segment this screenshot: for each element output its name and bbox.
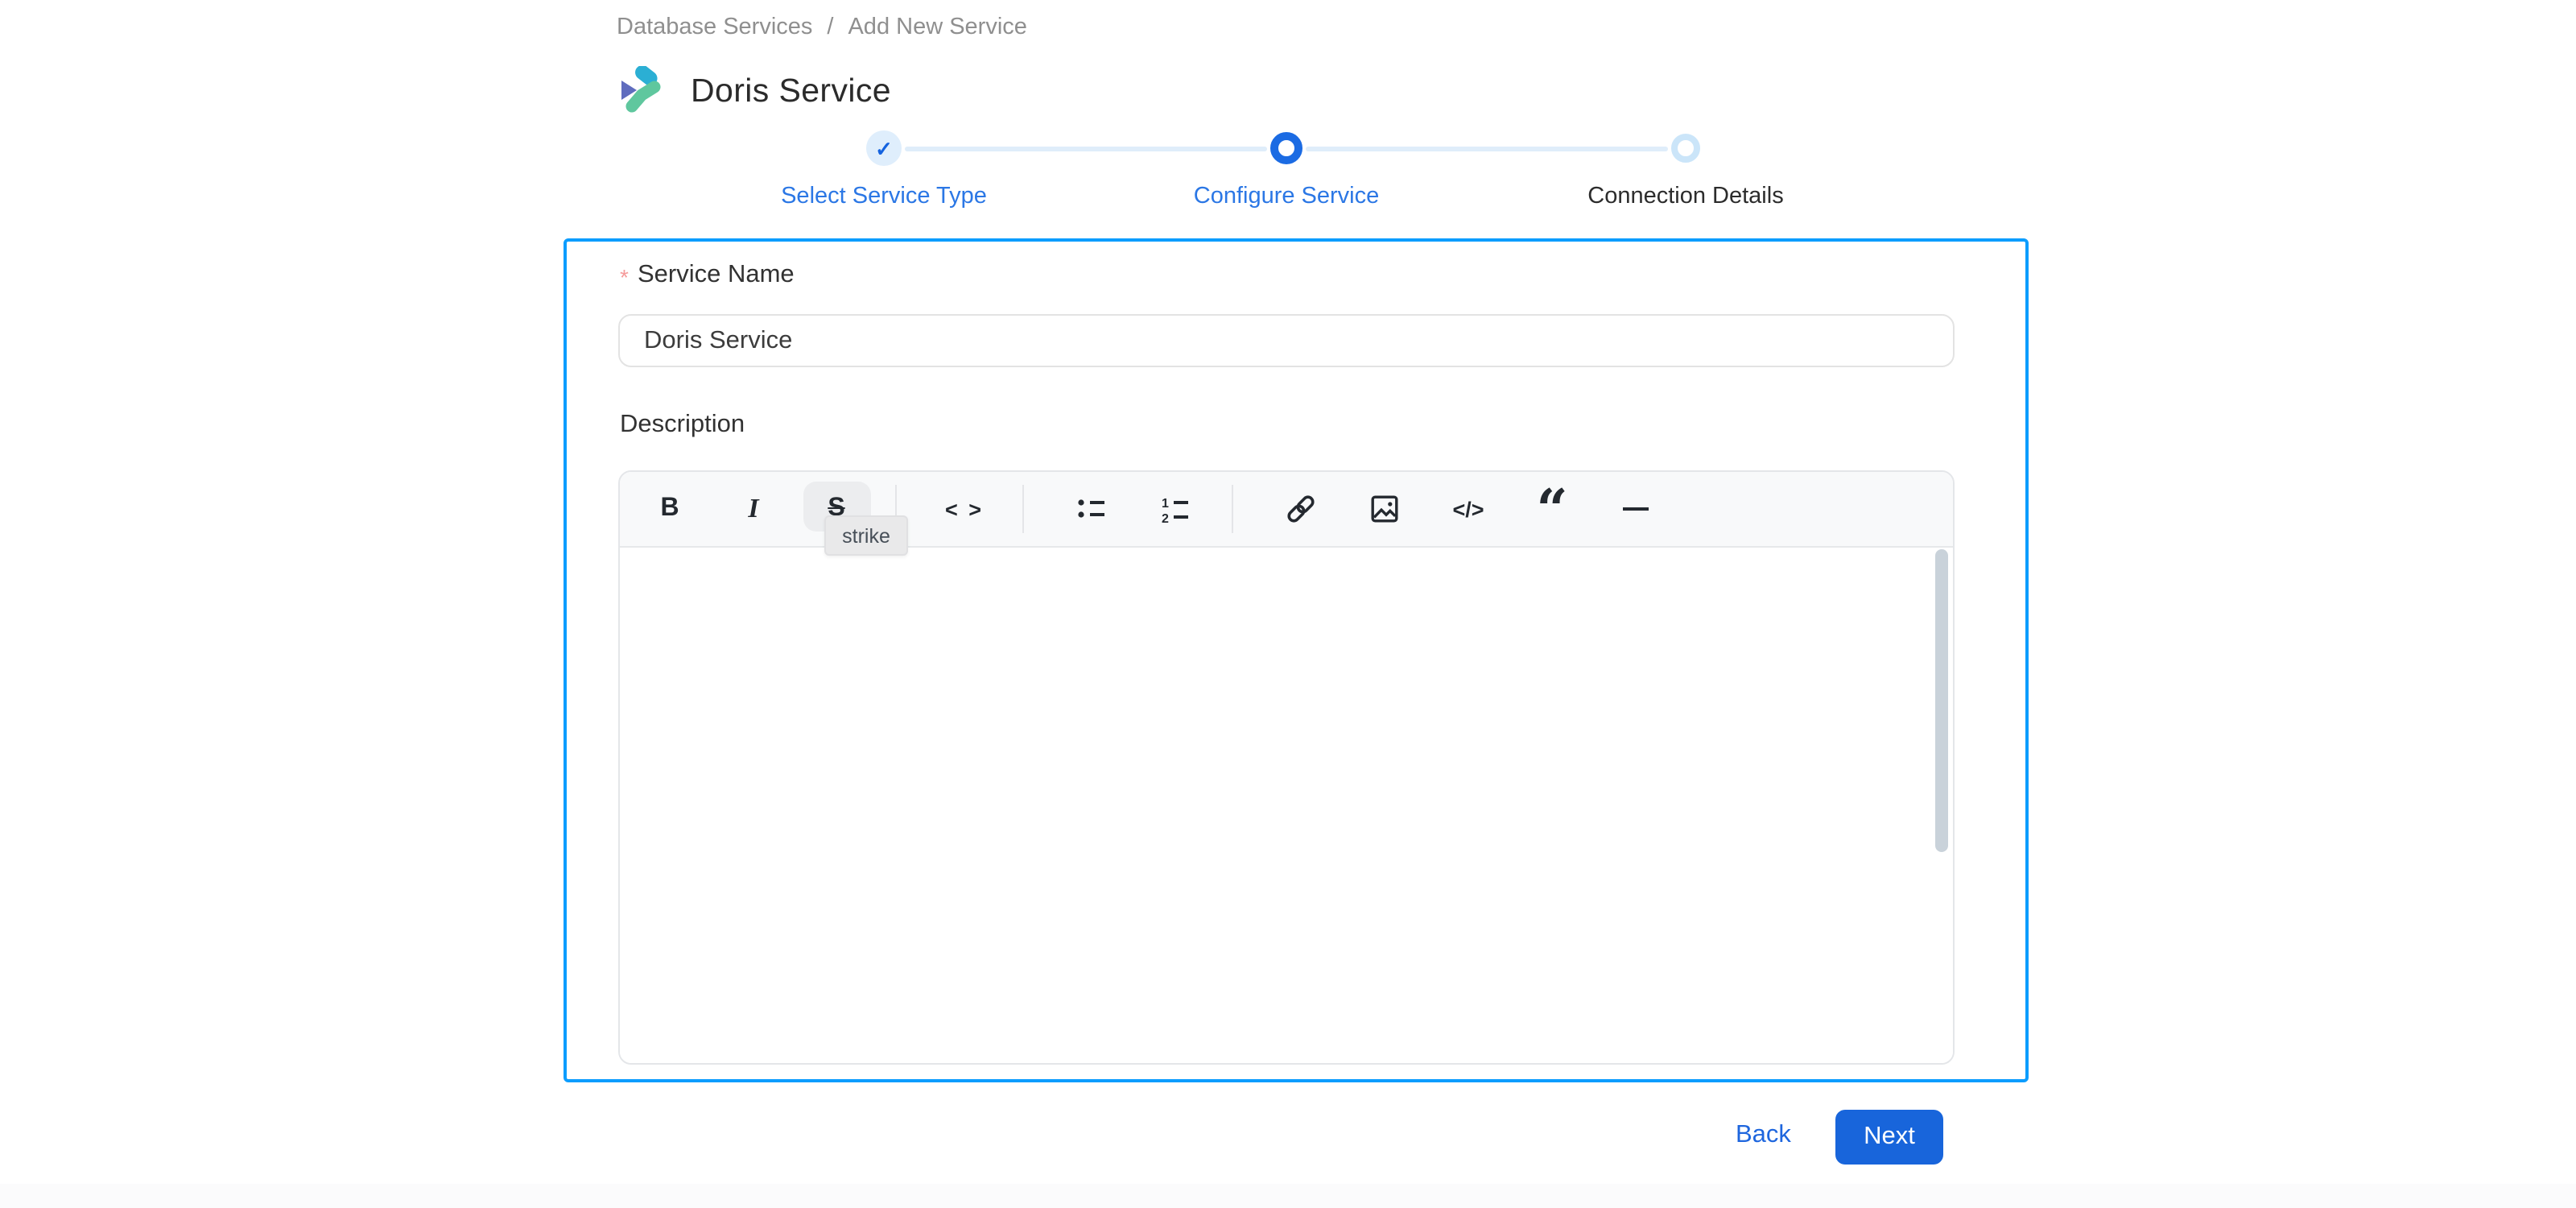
step-label-select-service-type[interactable]: Select Service Type (707, 184, 1061, 209)
back-button[interactable]: Back (1736, 1121, 1791, 1150)
description-label: Description (620, 411, 745, 438)
italic-button[interactable]: I (721, 483, 786, 535)
service-name-label: Service Name (638, 261, 795, 288)
blockquote-icon: “ (1536, 478, 1568, 543)
code-block-button[interactable]: </> (1436, 483, 1501, 535)
svg-text:2: 2 (1161, 511, 1168, 524)
ordered-list-button[interactable]: 1 2 (1143, 483, 1208, 535)
code-block-icon: </> (1452, 497, 1484, 521)
page-title: Doris Service (691, 72, 891, 110)
description-editor-content[interactable] (620, 548, 1953, 1063)
svg-text:1: 1 (1161, 496, 1168, 510)
link-icon (1287, 495, 1315, 523)
step-label-connection-details[interactable]: Connection Details (1509, 184, 1863, 209)
required-asterisk: * (620, 264, 629, 290)
breadcrumb-add-new-service[interactable]: Add New Service (848, 14, 1026, 40)
stepper-connector-1 (905, 146, 1267, 151)
page: Database Services / Add New Service Dori… (0, 0, 2576, 1208)
ordered-list-icon: 1 2 (1161, 496, 1187, 524)
horizontal-rule-button[interactable] (1603, 483, 1667, 535)
bold-icon: B (660, 494, 679, 522)
footer-strip (0, 1184, 2576, 1208)
step-3-upcoming-circle[interactable] (1671, 134, 1700, 163)
stepper-connector-2 (1306, 146, 1668, 151)
step-label-configure-service[interactable]: Configure Service (1109, 184, 1463, 209)
bold-button[interactable]: B (638, 483, 702, 535)
image-icon (1370, 495, 1397, 523)
step-1-completed-circle[interactable]: ✓ (866, 130, 902, 166)
description-editor: B I S < > 1 2 </> “ strike (618, 470, 1955, 1065)
inline-code-button[interactable]: < > (932, 483, 997, 535)
check-icon: ✓ (875, 136, 893, 160)
toolbar-divider (1022, 485, 1024, 533)
horizontal-rule-icon (1622, 507, 1648, 511)
service-name-input[interactable] (618, 314, 1955, 367)
inline-code-icon: < > (944, 497, 985, 521)
italic-icon: I (748, 493, 759, 523)
toolbar-divider (1232, 485, 1233, 533)
doris-logo-icon (621, 66, 661, 113)
breadcrumb-database-services[interactable]: Database Services (617, 14, 812, 40)
editor-scrollbar-thumb[interactable] (1935, 549, 1948, 852)
blockquote-button[interactable]: “ (1520, 478, 1584, 543)
next-button[interactable]: Next (1835, 1110, 1943, 1165)
image-button[interactable] (1352, 483, 1416, 535)
breadcrumb: Database Services / Add New Service (617, 14, 1027, 40)
strike-tooltip: strike (824, 515, 908, 556)
step-2-active-circle[interactable] (1270, 132, 1302, 164)
breadcrumb-separator: / (827, 14, 834, 40)
editor-toolbar: B I S < > 1 2 </> “ (620, 472, 1953, 548)
bullet-list-icon (1078, 499, 1104, 518)
bullet-list-button[interactable] (1060, 483, 1125, 535)
link-button[interactable] (1269, 483, 1333, 535)
